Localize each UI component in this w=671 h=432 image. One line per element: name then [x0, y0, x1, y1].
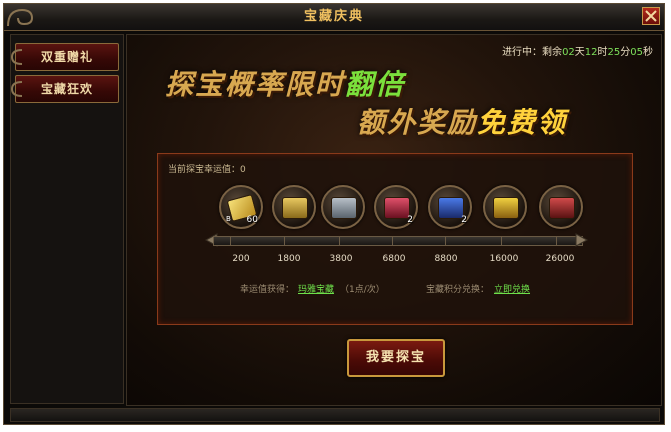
sidebar-item-treasure-carnival[interactable]: 宝藏狂欢 [10, 75, 119, 103]
timer-minutes: 25 [607, 47, 621, 58]
timer-hour-unit: 时 [597, 47, 608, 58]
banner-line-2: 额外奖励免费领 [357, 101, 567, 141]
threshold-label: 200 [232, 254, 250, 264]
reward-panel: 当前探宝幸运值：0 B 60 2 2 200 1800 3800 6800 88… [157, 153, 633, 325]
golden-chest-icon [493, 197, 519, 219]
timer-hours: 12 [584, 47, 598, 58]
knot-icon [10, 81, 23, 97]
reward-count: 2 [461, 215, 467, 225]
countdown-timer: 进行中：剩余02天12时25分05秒 [502, 43, 653, 58]
luck-progress-bar [213, 236, 583, 246]
timer-prefix: 进行中：剩余 [502, 47, 563, 58]
reward-count: 2 [407, 215, 413, 225]
timer-days: 02 [562, 47, 575, 58]
sidebar-item-double-gift[interactable]: 双重赠礼 [10, 43, 119, 71]
gold-chest-icon [282, 197, 308, 219]
threshold-label: 16000 [489, 254, 519, 264]
progress-tick [501, 237, 502, 245]
banner-line-1-text: 探宝概率限时 [165, 68, 346, 101]
reward-slot-2[interactable] [272, 185, 316, 229]
progress-tick [284, 237, 285, 245]
threshold-label: 6800 [382, 254, 406, 264]
exchange-label: 宝藏积分兑换： [426, 285, 490, 295]
reward-count: 60 [246, 215, 258, 225]
crimson-chest-icon [549, 197, 575, 219]
sidebar-item-label: 双重赠礼 [40, 50, 93, 64]
knot-icon [10, 49, 23, 65]
banner-line-1: 探宝概率限时翻倍 [165, 63, 405, 103]
red-chest-icon [384, 197, 410, 219]
threshold-label: 8800 [434, 254, 458, 264]
threshold-label: 3800 [329, 254, 353, 264]
progress-tick [445, 237, 446, 245]
close-icon [645, 10, 657, 22]
reward-slot-7[interactable] [539, 185, 583, 229]
banner-line-1-highlight: 翻倍 [345, 68, 406, 101]
bottom-bar [10, 408, 660, 422]
close-button[interactable] [642, 7, 660, 25]
luck-value-label: 当前探宝幸运值：0 [168, 165, 246, 175]
reward-slot-4[interactable]: 2 [374, 185, 418, 229]
timer-second-unit: 秒 [643, 47, 653, 58]
banner-line-2-text: 额外奖励 [357, 106, 478, 139]
event-window: 宝藏庆典 双重赠礼 宝藏狂欢 进行中：剩余02天12时25分05秒 探宝概率限时… [3, 3, 665, 425]
reward-slot-6[interactable] [483, 185, 527, 229]
treasure-hunt-button[interactable]: 我要探宝 [347, 339, 445, 377]
threshold-label: 1800 [277, 254, 301, 264]
luck-gain-label: 幸运值获得： [240, 285, 295, 295]
title-bar: 宝藏庆典 [4, 4, 664, 31]
luck-gain-rate: （1点/次） [340, 285, 385, 295]
reward-slot-5[interactable]: 2 [428, 185, 472, 229]
sidebar-item-label: 宝藏狂欢 [40, 82, 93, 96]
sidebar: 双重赠礼 宝藏狂欢 [10, 34, 124, 404]
banner-line-2-highlight: 免费领 [477, 106, 568, 139]
progress-tick [230, 237, 231, 245]
reward-tag: B [226, 215, 231, 223]
blue-chest-icon [438, 197, 464, 219]
reward-slot-1[interactable]: B 60 [219, 185, 263, 229]
progress-right-cap-icon [575, 233, 589, 247]
luck-gain-link[interactable]: 玛雅宝藏 [298, 282, 334, 295]
progress-tick [339, 237, 340, 245]
timer-seconds: 05 [630, 47, 643, 58]
silver-chest-icon [331, 197, 357, 219]
reward-slot-3[interactable] [321, 185, 365, 229]
timer-day-unit: 天 [574, 47, 585, 58]
window-title: 宝藏庆典 [303, 9, 364, 24]
threshold-label: 26000 [545, 254, 575, 264]
progress-tick [556, 237, 557, 245]
exchange-link[interactable]: 立即兑换 [494, 282, 530, 295]
progress-tick [392, 237, 393, 245]
timer-minute-unit: 分 [620, 47, 631, 58]
main-panel: 进行中：剩余02天12时25分05秒 探宝概率限时翻倍 额外奖励免费领 当前探宝… [126, 34, 662, 406]
